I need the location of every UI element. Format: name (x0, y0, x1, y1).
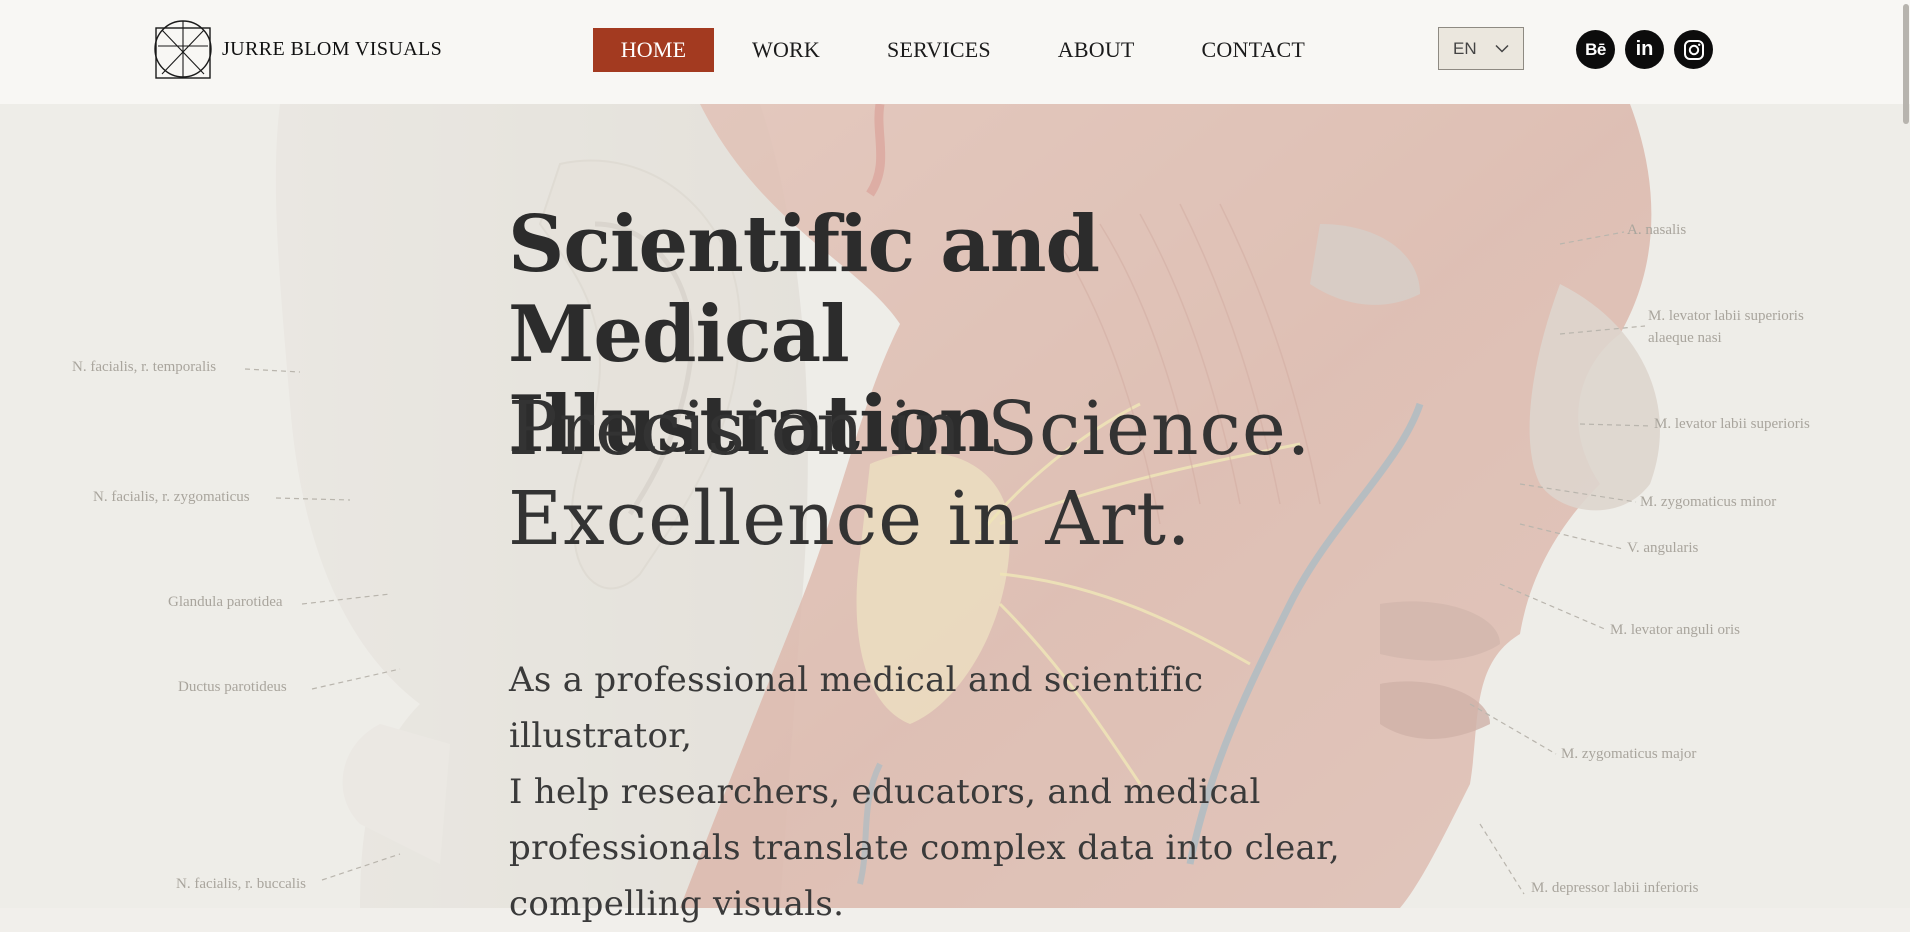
anatomy-label: N. facialis, r. temporalis (72, 359, 217, 375)
anatomy-label: N. facialis, r. zygomaticus (93, 489, 250, 505)
intro-line: compelling visuals. (509, 884, 845, 924)
anatomy-label: alaeque nasi (1648, 330, 1722, 346)
site-header: JURRE BLOM VISUALS HOME WORK SERVICES AB… (0, 0, 1910, 104)
anatomy-label: Ductus parotideus (178, 679, 287, 695)
anatomy-label: M. levator labii superioris (1654, 416, 1810, 432)
anatomy-label: A. nasalis (1627, 222, 1687, 238)
chevron-down-icon (1495, 44, 1509, 53)
linkedin-icon: in (1635, 38, 1654, 60)
anatomy-label: Glandula parotidea (168, 594, 283, 610)
scrollbar-thumb[interactable] (1903, 4, 1909, 124)
anatomy-label: M. zygomaticus major (1561, 746, 1697, 762)
anatomy-label: M. levator anguli oris (1610, 622, 1740, 638)
nav-item-services[interactable]: SERVICES (887, 28, 991, 72)
anatomy-label: N. facialis, r. buccalis (176, 876, 306, 892)
anatomy-label: M. depressor labii inferioris (1531, 880, 1699, 896)
nav-item-about[interactable]: ABOUT (1058, 28, 1135, 72)
intro-line: professionals translate complex data int… (509, 828, 1341, 868)
brand-name: JURRE BLOM VISUALS (222, 37, 443, 60)
language-selector[interactable]: EN (1438, 27, 1524, 70)
instagram-link[interactable] (1674, 30, 1713, 69)
language-selected: EN (1453, 38, 1477, 58)
anatomy-label: M. levator labii superioris (1648, 308, 1804, 324)
hero-subtitle-line: Excellence in Art. (508, 476, 1192, 562)
hero-title-line: Scientific and Medical (508, 199, 1100, 380)
intro-line: I help researchers, educators, and medic… (509, 772, 1261, 812)
anatomy-label: V. angularis (1627, 540, 1699, 556)
vitruvian-logo-icon (154, 20, 212, 79)
hero-subtitle: Precision in Science. Excellence in Art. (508, 384, 1311, 564)
behance-icon: Bē (1585, 39, 1606, 59)
hero-subtitle-line: Precision in Science. (508, 386, 1312, 472)
anatomy-label: M. zygomaticus minor (1640, 494, 1777, 510)
behance-link[interactable]: Bē (1576, 30, 1615, 69)
main-nav: HOME WORK SERVICES ABOUT CONTACT (593, 28, 1305, 72)
brand-logo[interactable]: JURRE BLOM VISUALS (150, 16, 442, 82)
page-scrollbar[interactable] (1902, 0, 1910, 908)
hero-intro-text: As a professional medical and scientific… (509, 652, 1349, 932)
nav-item-contact[interactable]: CONTACT (1202, 28, 1306, 72)
linkedin-link[interactable]: in (1625, 30, 1664, 69)
instagram-icon (1683, 39, 1704, 60)
nav-item-work[interactable]: WORK (752, 28, 820, 72)
intro-line: As a professional medical and scientific… (509, 660, 1204, 756)
nav-item-home[interactable]: HOME (593, 28, 714, 72)
